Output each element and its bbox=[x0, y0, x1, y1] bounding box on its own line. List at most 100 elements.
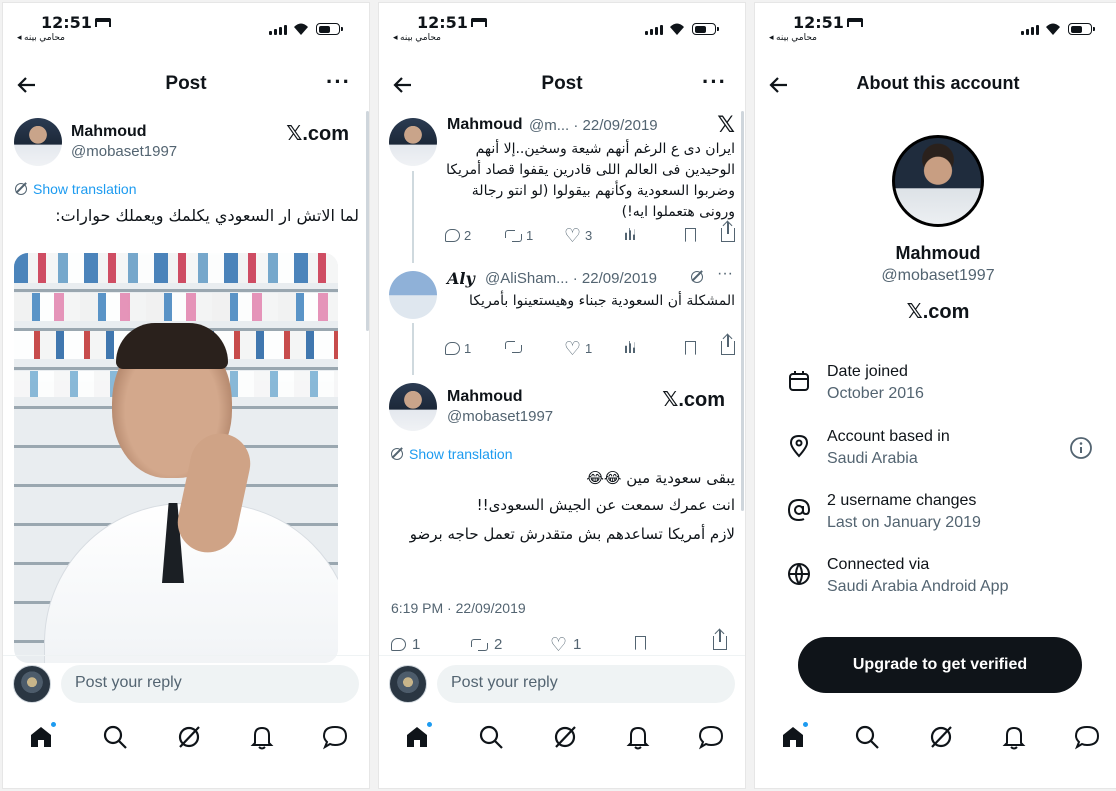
top-nav: Post ··· bbox=[3, 65, 369, 105]
tab-messages[interactable] bbox=[1073, 723, 1103, 753]
tab-search[interactable] bbox=[101, 723, 131, 753]
tab-bar bbox=[3, 721, 369, 761]
author-name[interactable]: Mahmoud bbox=[447, 116, 523, 134]
thread-line bbox=[412, 323, 414, 375]
author-name[interactable]: Mahmoud bbox=[447, 388, 523, 406]
bell-icon bbox=[1002, 726, 1026, 750]
wifi-icon bbox=[670, 23, 684, 35]
status-time: 12:51 bbox=[793, 13, 863, 32]
tweet-actions: 2 1 3 bbox=[445, 222, 735, 248]
handle-date: @m... · 22/09/2019 bbox=[529, 117, 658, 134]
row-title: 2 username changes bbox=[827, 492, 977, 509]
reply-button[interactable]: 1 bbox=[391, 636, 420, 653]
avatar[interactable] bbox=[14, 118, 62, 166]
post-photo[interactable] bbox=[14, 253, 338, 663]
share-button[interactable] bbox=[721, 222, 735, 242]
reply-button[interactable]: 2 bbox=[445, 228, 471, 243]
bell-icon bbox=[626, 726, 650, 750]
status-bar: 12:51 ◂ محامي بينه bbox=[379, 3, 745, 47]
more-options-icon[interactable]: ··· bbox=[717, 265, 733, 283]
scrollbar[interactable] bbox=[741, 111, 744, 511]
tab-notifications[interactable] bbox=[1000, 723, 1030, 753]
views-button[interactable] bbox=[625, 341, 637, 353]
x-logo-icon: 𝕏 bbox=[717, 113, 735, 138]
tab-grok[interactable] bbox=[175, 723, 205, 753]
profile-avatar[interactable] bbox=[892, 135, 984, 227]
translate-icon bbox=[391, 448, 403, 460]
bookmark-button[interactable] bbox=[685, 341, 696, 355]
profile-handle: @mobaset1997 bbox=[881, 267, 995, 284]
more-options-icon[interactable]: ··· bbox=[702, 71, 727, 93]
share-icon bbox=[713, 630, 727, 650]
grok-icon[interactable] bbox=[691, 269, 705, 283]
notification-dot bbox=[50, 721, 57, 728]
my-avatar[interactable] bbox=[389, 665, 427, 703]
views-button[interactable] bbox=[625, 228, 637, 240]
cellular-signal-icon bbox=[645, 25, 663, 35]
bio-link[interactable]: 𝕏.com bbox=[755, 299, 1116, 324]
page-title: About this account bbox=[856, 73, 1020, 93]
tab-grok[interactable] bbox=[927, 723, 957, 753]
author-name[interactable]: Mahmoud bbox=[71, 123, 147, 141]
tab-notifications[interactable] bbox=[248, 723, 278, 753]
bio-link[interactable]: 𝕏.com bbox=[286, 121, 349, 146]
top-nav: Post ··· bbox=[379, 65, 745, 105]
repost-button[interactable]: 2 bbox=[471, 636, 502, 653]
notification-dot bbox=[426, 721, 433, 728]
status-bar: 12:51 ◂ محامي بينه bbox=[755, 3, 1116, 47]
author-handle[interactable]: @mobaset1997 bbox=[447, 408, 553, 425]
more-options-icon[interactable]: ··· bbox=[326, 71, 351, 93]
bookmark-icon bbox=[685, 341, 696, 355]
heart-icon bbox=[564, 225, 581, 247]
repost-button[interactable] bbox=[505, 341, 526, 353]
tab-home[interactable] bbox=[403, 721, 433, 753]
share-button[interactable] bbox=[713, 630, 727, 650]
tab-messages[interactable] bbox=[697, 723, 727, 753]
reply-icon bbox=[391, 638, 406, 651]
like-button[interactable]: 1 bbox=[564, 338, 592, 360]
thread-line bbox=[412, 171, 414, 263]
tweet-text: ايران دى ع الرغم أنهم شيعة وسخين..إلا أن… bbox=[446, 141, 735, 220]
back-to-app-label[interactable]: ◂ محامي بينه bbox=[393, 32, 441, 43]
repost-button[interactable]: 1 bbox=[505, 228, 533, 243]
reply-button[interactable]: 1 bbox=[445, 341, 471, 356]
repost-icon bbox=[505, 229, 522, 242]
bookmark-button[interactable] bbox=[685, 228, 696, 242]
tweet-line-1: يبقى سعودية مين 😂😂 bbox=[586, 469, 735, 487]
avatar[interactable] bbox=[389, 383, 437, 431]
bio-link[interactable]: 𝕏.com bbox=[662, 387, 725, 412]
bookmark-button[interactable] bbox=[635, 636, 646, 650]
back-to-app-label[interactable]: ◂ محامي بينه bbox=[17, 32, 65, 43]
like-button[interactable]: 3 bbox=[564, 225, 592, 247]
info-icon[interactable] bbox=[1069, 436, 1093, 460]
scrollbar[interactable] bbox=[366, 111, 369, 331]
avatar[interactable] bbox=[389, 271, 437, 319]
tab-search[interactable] bbox=[477, 723, 507, 753]
tab-home[interactable] bbox=[27, 721, 57, 753]
reply-input[interactable]: Post your reply bbox=[437, 665, 735, 703]
upgrade-verified-button[interactable]: Upgrade to get verified bbox=[798, 637, 1082, 693]
show-translation-link[interactable]: Show translation bbox=[15, 181, 137, 197]
avatar[interactable] bbox=[389, 118, 437, 166]
reply-input[interactable]: Post your reply bbox=[61, 665, 359, 703]
sleep-focus-icon bbox=[470, 18, 487, 27]
back-to-app-label[interactable]: ◂ محامي بينه bbox=[769, 32, 817, 43]
bookmark-icon bbox=[635, 636, 646, 650]
tab-home[interactable] bbox=[779, 721, 809, 753]
my-avatar[interactable] bbox=[13, 665, 51, 703]
author-name[interactable]: Aly bbox=[447, 269, 475, 288]
author-handle[interactable]: @mobaset1997 bbox=[71, 143, 177, 160]
tab-grok[interactable] bbox=[551, 723, 581, 753]
status-bar: 12:51 ◂ محامي بينه bbox=[3, 3, 369, 47]
like-button[interactable]: 1 bbox=[550, 634, 581, 656]
show-translation-link[interactable]: Show translation bbox=[391, 446, 513, 462]
tab-search[interactable] bbox=[853, 723, 883, 753]
tab-notifications[interactable] bbox=[624, 723, 654, 753]
battery-icon bbox=[692, 23, 719, 35]
handle-date: @AliSham... · 22/09/2019 bbox=[485, 270, 657, 287]
location-pin-icon bbox=[789, 434, 809, 458]
tab-messages[interactable] bbox=[321, 723, 351, 753]
post-timestamp[interactable]: 6:19 PM · 22/09/2019 bbox=[391, 600, 526, 616]
chat-bubble-icon bbox=[1074, 725, 1100, 750]
share-button[interactable] bbox=[721, 335, 735, 355]
